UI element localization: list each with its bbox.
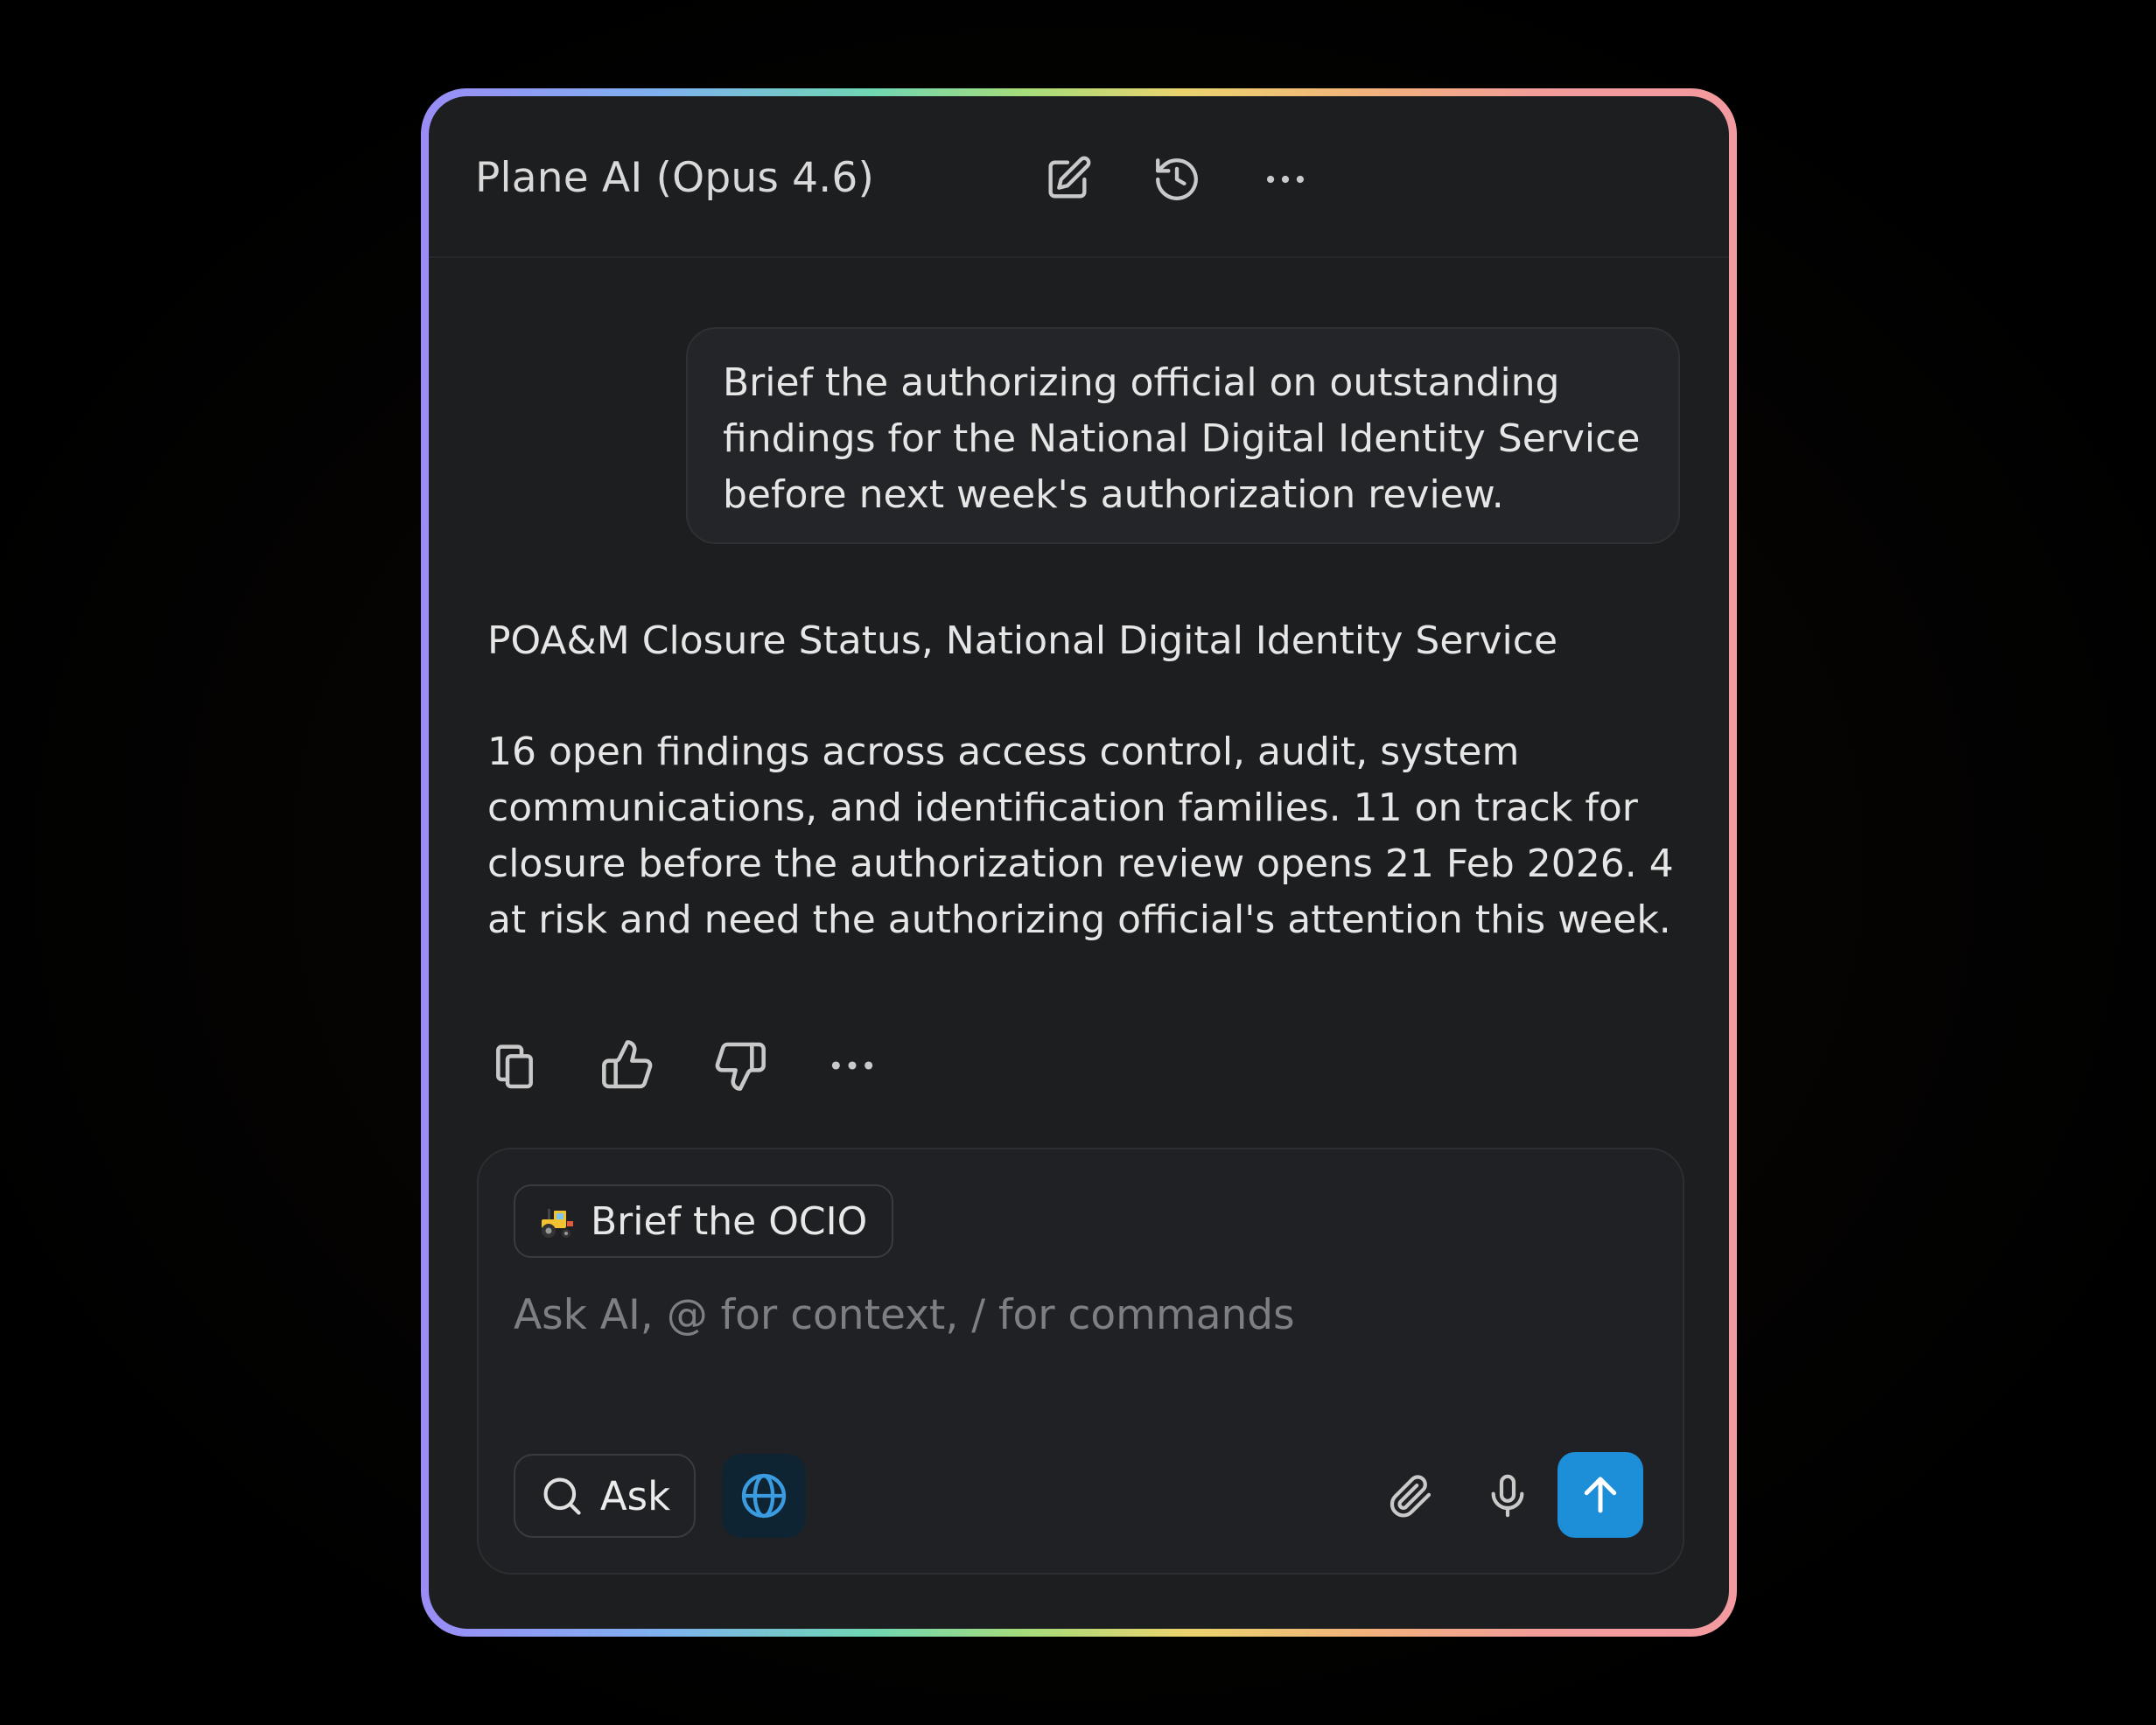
web-search-toggle[interactable] bbox=[722, 1454, 806, 1538]
copy-icon bbox=[496, 1044, 533, 1089]
history-icon bbox=[1156, 158, 1198, 200]
composer: Brief the OCIO Ask AI, @ for context, / … bbox=[477, 1148, 1684, 1575]
new-chat-button[interactable] bbox=[1039, 150, 1096, 208]
response-more-button[interactable] bbox=[821, 1034, 884, 1097]
context-chip-label: Brief the OCIO bbox=[591, 1198, 868, 1244]
history-button[interactable] bbox=[1148, 150, 1206, 208]
globe-icon bbox=[741, 1473, 787, 1519]
ai-chat-panel: Plane AI (Opus 4.6) Brief the authorizin… bbox=[429, 96, 1729, 1629]
paperclip-icon bbox=[1390, 1475, 1432, 1518]
header-more-button[interactable] bbox=[1256, 150, 1314, 208]
copy-button[interactable] bbox=[483, 1034, 546, 1097]
attach-button[interactable] bbox=[1377, 1463, 1444, 1529]
ask-mode-label: Ask bbox=[599, 1472, 671, 1519]
panel-title: Plane AI (Opus 4.6) bbox=[475, 154, 875, 202]
message-input[interactable]: Ask AI, @ for context, / for commands bbox=[514, 1291, 1295, 1339]
more-icon bbox=[1266, 175, 1305, 184]
context-chip[interactable]: Brief the OCIO bbox=[514, 1184, 894, 1258]
arrow-up-icon bbox=[1584, 1477, 1617, 1513]
voice-input-button[interactable] bbox=[1474, 1463, 1541, 1529]
gradient-frame: Plane AI (Opus 4.6) Brief the authorizin… bbox=[421, 88, 1737, 1637]
thumbs-down-button[interactable] bbox=[709, 1034, 772, 1097]
ask-mode-button[interactable]: Ask bbox=[514, 1454, 696, 1538]
send-button[interactable] bbox=[1558, 1452, 1643, 1538]
response-title: POA&M Closure Status, National Digital I… bbox=[487, 618, 1558, 663]
tractor-icon bbox=[536, 1200, 578, 1242]
thumbs-up-icon bbox=[602, 1040, 653, 1089]
edit-icon bbox=[1048, 156, 1091, 199]
thumbs-up-button[interactable] bbox=[596, 1034, 659, 1097]
response-body: 16 open findings across access control, … bbox=[487, 730, 1674, 942]
panel-header: Plane AI (Opus 4.6) bbox=[429, 96, 1729, 258]
user-message: Brief the authorizing official on outsta… bbox=[686, 327, 1680, 544]
thumbs-down-icon bbox=[715, 1042, 766, 1091]
search-icon bbox=[543, 1477, 581, 1515]
more-icon bbox=[831, 1061, 873, 1070]
stage: Plane AI (Opus 4.6) Brief the authorizin… bbox=[0, 0, 2156, 1725]
microphone-icon bbox=[1491, 1474, 1524, 1518]
